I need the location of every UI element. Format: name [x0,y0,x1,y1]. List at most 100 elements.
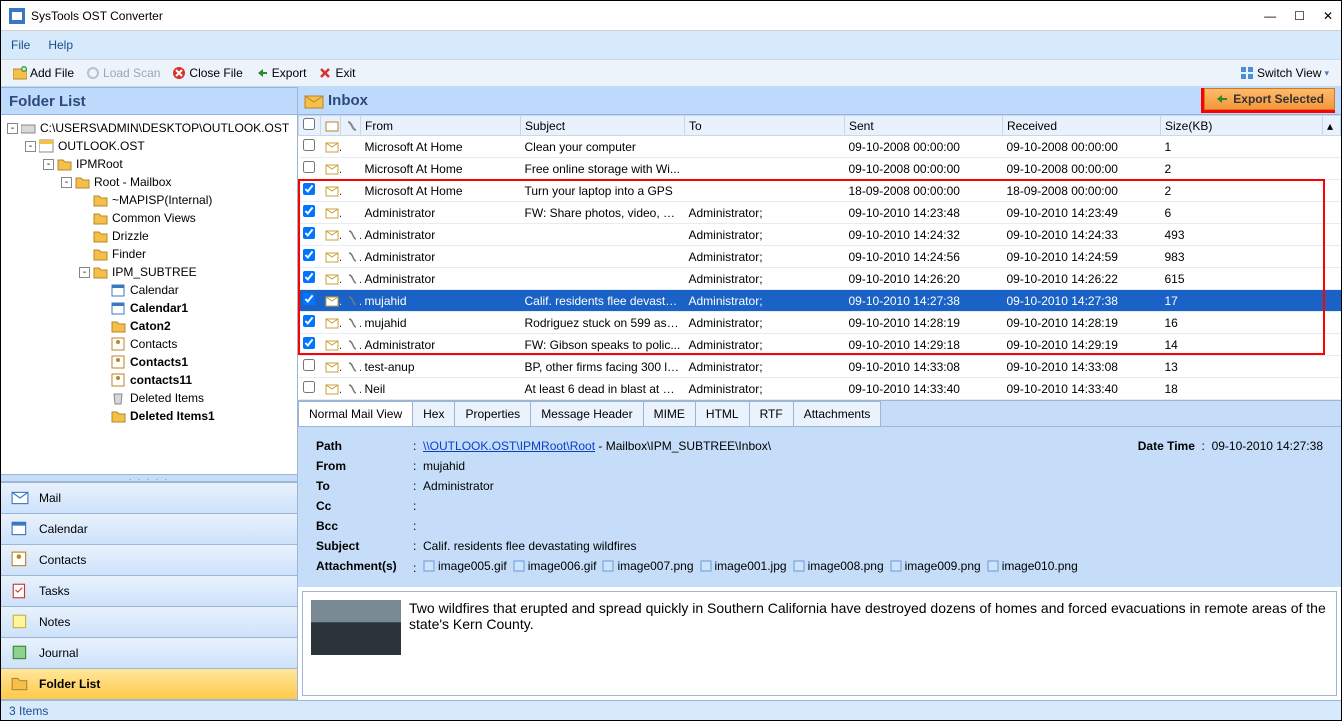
tree-node[interactable]: Calendar1 [3,299,295,317]
nav-calendar[interactable]: Calendar [1,514,297,545]
mail-row[interactable]: Microsoft At HomeTurn your laptop into a… [299,180,1341,202]
attachment-chip[interactable]: image006.gif [513,559,597,573]
nav-mail[interactable]: Mail [1,483,297,514]
detail-tabs: Normal Mail ViewHexPropertiesMessage Hea… [298,400,1341,426]
attachment-chip[interactable]: image009.png [890,559,981,573]
nav-notes[interactable]: Notes [1,607,297,638]
col-header[interactable]: From [361,116,521,136]
mail-row[interactable]: Microsoft At HomeClean your computer09-1… [299,136,1341,158]
tree-node[interactable]: -IPMRoot [3,155,295,173]
tree-node[interactable]: Deleted Items [3,389,295,407]
tree-node[interactable]: -C:\USERS\ADMIN\DESKTOP\OUTLOOK.OST [3,119,295,137]
tree-node[interactable]: Caton2 [3,317,295,335]
mail-row[interactable]: AdministratorAdministrator;09-10-2010 14… [299,246,1341,268]
col-header[interactable]: Subject [521,116,685,136]
tree-node[interactable]: Deleted Items1 [3,407,295,425]
mail-row[interactable]: test-anupBP, other firms facing 300 la..… [299,356,1341,378]
nav-contacts[interactable]: Contacts [1,545,297,576]
menu-file[interactable]: File [11,38,30,52]
col-header[interactable]: Size(KB) [1161,116,1323,136]
switch-view-icon [1240,66,1254,80]
tree-node[interactable]: -Root - Mailbox [3,173,295,191]
to-value: Administrator [423,479,494,493]
mail-row[interactable]: mujahidCalif. residents flee devastat...… [299,290,1341,312]
exit-icon [318,66,332,80]
tab-attachments[interactable]: Attachments [793,401,882,426]
toolbar: Add File Load Scan Close File Export Exi… [1,59,1341,87]
datetime-label: Date Time [1138,439,1195,453]
tab-rtf[interactable]: RTF [749,401,794,426]
tab-message-header[interactable]: Message Header [530,401,643,426]
tab-hex[interactable]: Hex [412,401,455,426]
from-value: mujahid [423,459,465,473]
close-file-button[interactable]: Close File [166,64,248,82]
to-label: To [310,477,405,495]
tree-node[interactable]: Common Views [3,209,295,227]
mail-row[interactable]: Microsoft At HomeFree online storage wit… [299,158,1341,180]
folder-list-header: Folder List [1,87,297,115]
status-bar: 3 Items [1,700,1341,720]
close-button[interactable]: ✕ [1323,9,1333,23]
maximize-button[interactable]: ☐ [1294,9,1305,23]
col-header[interactable] [321,116,341,136]
col-header[interactable]: Sent [845,116,1003,136]
tree-node[interactable]: Finder [3,245,295,263]
folder-tree[interactable]: -C:\USERS\ADMIN\DESKTOP\OUTLOOK.OST-OUTL… [1,115,297,474]
nav-journal[interactable]: Journal [1,638,297,669]
attachment-chip[interactable]: image007.png [602,559,693,573]
nav-folder-list[interactable]: Folder List [1,669,297,700]
tab-html[interactable]: HTML [695,401,750,426]
tree-node[interactable]: contacts11 [3,371,295,389]
mail-row[interactable]: mujahidRodriguez stuck on 599 as T...Adm… [299,312,1341,334]
nav-tasks[interactable]: Tasks [1,576,297,607]
col-header[interactable] [341,116,361,136]
status-text: 3 Items [9,704,48,718]
attachment-chip[interactable]: image005.gif [423,559,507,573]
tree-node[interactable]: Contacts [3,335,295,353]
col-header[interactable]: Received [1003,116,1161,136]
tab-properties[interactable]: Properties [454,401,531,426]
switch-view-button[interactable]: Switch View ▾ [1234,64,1335,82]
subject-label: Subject [310,537,405,555]
exit-button[interactable]: Exit [312,64,361,82]
mail-row[interactable]: AdministratorAdministrator;09-10-2010 14… [299,224,1341,246]
export-selected-button[interactable]: Export Selected [1204,88,1335,110]
minimize-button[interactable]: — [1264,9,1276,23]
col-header[interactable]: To [685,116,845,136]
mail-row[interactable]: AdministratorFW: Share photos, video, an… [299,202,1341,224]
window-title: SysTools OST Converter [31,9,1264,23]
add-file-button[interactable]: Add File [7,64,80,82]
path-link[interactable]: \\OUTLOOK.OST\IPMRoot\Root [423,439,595,453]
tree-node[interactable]: Contacts1 [3,353,295,371]
export-selected-icon [1215,92,1229,106]
title-bar: SysTools OST Converter — ☐ ✕ [1,1,1341,31]
chevron-down-icon: ▾ [1324,68,1329,79]
mail-row[interactable]: AdministratorAdministrator;09-10-2010 14… [299,268,1341,290]
tree-node[interactable]: Calendar [3,281,295,299]
load-scan-icon [86,66,100,80]
attachments-label: Attachment(s) [310,557,405,577]
tree-node[interactable]: -IPM_SUBTREE [3,263,295,281]
attachment-chip[interactable]: image008.png [793,559,884,573]
app-icon [9,8,25,24]
mail-row[interactable]: AdministratorFW: Gibson speaks to polic.… [299,334,1341,356]
export-button[interactable]: Export [249,64,313,82]
mail-row[interactable]: NeilAt least 6 dead in blast at C...Admi… [299,378,1341,400]
inbox-icon [304,93,324,109]
col-header[interactable] [299,116,321,136]
attachment-chip[interactable]: image001.jpg [700,559,787,573]
datetime-value: 09-10-2010 14:27:38 [1212,439,1323,453]
splitter-gripper[interactable]: · · · · · [1,474,297,482]
tab-mime[interactable]: MIME [643,401,696,426]
menu-help[interactable]: Help [48,38,73,52]
load-scan-button[interactable]: Load Scan [80,64,166,82]
tab-normal-mail-view[interactable]: Normal Mail View [298,401,413,426]
tree-node[interactable]: ~MAPISP(Internal) [3,191,295,209]
tree-node[interactable]: -OUTLOOK.OST [3,137,295,155]
attachment-chip[interactable]: image010.png [987,559,1078,573]
path-tail: - Mailbox\IPM_SUBTREE\Inbox\ [595,439,771,453]
mail-grid[interactable]: FromSubjectToSentReceivedSize(KB)▴Micros… [298,115,1341,400]
preview-image [311,600,401,655]
export-icon [255,66,269,80]
tree-node[interactable]: Drizzle [3,227,295,245]
